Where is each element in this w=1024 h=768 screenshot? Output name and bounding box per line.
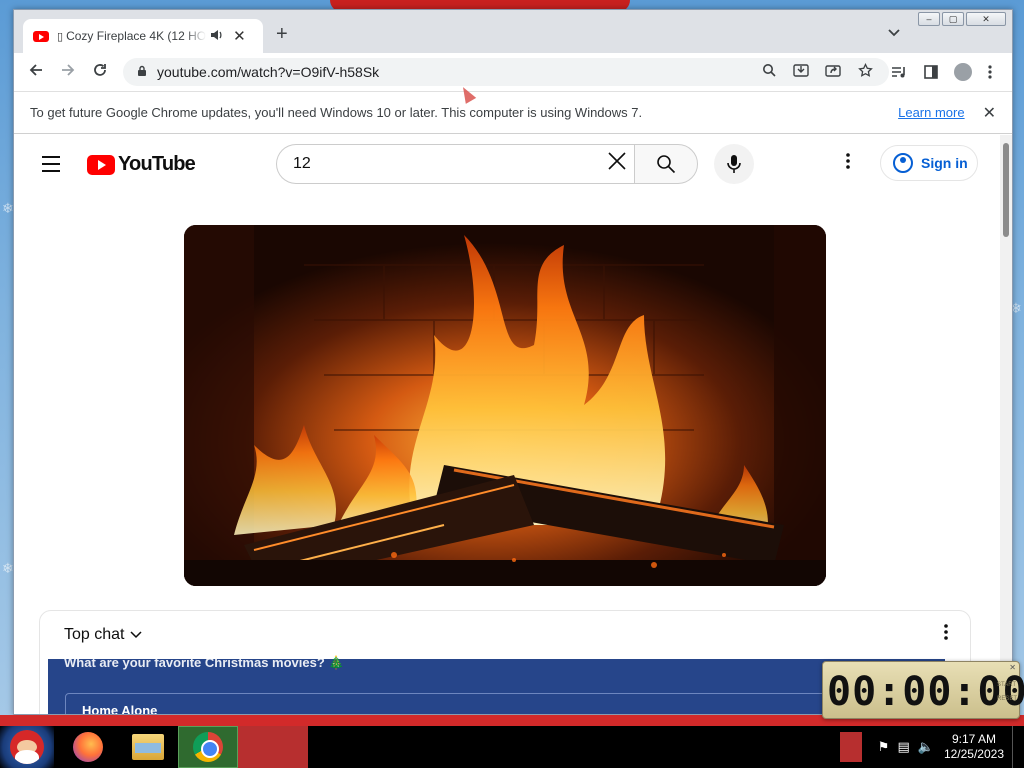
learn-more-link[interactable]: Learn more <box>898 105 964 120</box>
close-window-button[interactable]: ✕ <box>966 12 1006 26</box>
window-controls: – ▢ ✕ <box>918 12 1006 26</box>
tab-youtube[interactable]: ▯ Cozy Fireplace 4K (12 HOURS) Crackling… <box>23 19 263 53</box>
minimize-button[interactable]: – <box>918 12 940 26</box>
timer-display: 00:00:00 <box>827 669 1024 715</box>
back-button[interactable] <box>20 62 52 83</box>
show-desktop-button[interactable] <box>1012 726 1024 768</box>
fireplace-video-frame <box>184 225 826 586</box>
maximize-button[interactable]: ▢ <box>942 12 964 26</box>
install-app-icon[interactable] <box>789 63 813 81</box>
action-center-flag-icon[interactable]: ⚑ <box>878 739 890 755</box>
video-player[interactable] <box>184 225 826 586</box>
network-icon[interactable]: ▤ <box>897 739 909 755</box>
bookmark-star-icon[interactable] <box>853 62 877 81</box>
taskbar-app-button[interactable] <box>238 726 308 768</box>
media-queue-icon[interactable] <box>885 59 913 85</box>
taskbar: ⚑ ▤ 🔈 9:17 AM 12/25/2023 <box>0 726 1024 768</box>
tab-close-icon[interactable]: ✕ <box>233 27 246 45</box>
infobar-close-icon[interactable]: ✕ <box>983 103 996 123</box>
tray-app-icon[interactable] <box>839 732 862 762</box>
chrome-icon <box>193 732 223 762</box>
url-text[interactable]: youtube.com/watch?v=O9ifV-h58Sk <box>157 64 757 80</box>
scrollbar-thumb[interactable] <box>1003 143 1009 237</box>
forward-button[interactable] <box>52 62 84 83</box>
chrome-menu-icon[interactable] <box>976 59 1004 85</box>
search-input[interactable] <box>293 155 607 173</box>
lock-icon[interactable] <box>137 65 147 80</box>
chevron-down-icon[interactable] <box>130 628 143 642</box>
clear-search-icon[interactable] <box>607 150 627 178</box>
taskbar-firefox[interactable] <box>58 726 118 768</box>
share-icon[interactable] <box>821 63 845 81</box>
search-box[interactable] <box>276 144 635 184</box>
timer-reset-button[interactable]: RESET <box>997 692 1017 706</box>
browser-toolbar: youtube.com/watch?v=O9ifV-h58Sk <box>14 53 1012 91</box>
zoom-search-icon[interactable] <box>757 63 781 81</box>
profile-avatar-icon[interactable] <box>954 63 972 81</box>
youtube-header: YouTube Sign in <box>14 135 1002 191</box>
sign-in-label: Sign in <box>921 155 968 171</box>
timer-controls: START RESET <box>997 678 1017 706</box>
address-bar[interactable]: youtube.com/watch?v=O9ifV-h58Sk <box>123 58 889 86</box>
hamburger-menu-icon[interactable] <box>42 156 60 177</box>
account-icon <box>893 153 913 173</box>
firefox-icon <box>73 732 103 762</box>
chat-poll-banner: What are your favorite Christmas movies?… <box>48 655 945 714</box>
youtube-page: YouTube Sign in <box>14 135 1002 714</box>
snowflake-icon: ❄ <box>2 200 14 216</box>
chat-mode-selector[interactable]: Top chat <box>64 626 124 644</box>
file-explorer-icon <box>132 734 164 760</box>
youtube-logo-text: YouTube <box>118 153 196 175</box>
taskbar-chrome[interactable] <box>178 726 238 768</box>
clock-date: 12/25/2023 <box>943 747 1004 761</box>
santa-start-icon <box>10 730 44 764</box>
poll-question: What are your favorite Christmas movies?… <box>64 655 345 670</box>
address-bar-actions <box>757 62 877 81</box>
tab-title: Cozy Fireplace 4K (12 HOURS) Crackling F… <box>66 29 207 43</box>
timer-start-button[interactable]: START <box>997 678 1017 692</box>
chat-header: Top chat <box>40 611 970 659</box>
clock-time: 9:17 AM <box>951 732 996 746</box>
new-tab-button[interactable]: + <box>276 24 288 44</box>
toolbar-right-actions <box>885 59 1004 85</box>
youtube-favicon-icon <box>33 30 49 42</box>
volume-icon[interactable]: 🔈 <box>918 739 934 755</box>
side-panel-icon[interactable] <box>917 59 945 85</box>
system-tray: ⚑ ▤ 🔈 9:17 AM 12/25/2023 <box>839 726 1024 768</box>
infobar-message: To get future Google Chrome updates, you… <box>30 105 643 120</box>
taskbar-file-explorer[interactable] <box>118 726 178 768</box>
voice-search-button[interactable] <box>714 144 754 184</box>
chat-more-options-icon[interactable] <box>944 624 948 644</box>
browser-window: ▯ Cozy Fireplace 4K (12 HOURS) Crackling… <box>13 9 1013 715</box>
tab-search-button[interactable] <box>888 26 900 40</box>
poll-option[interactable]: Home Alone <box>65 693 927 714</box>
tab-strip: ▯ Cozy Fireplace 4K (12 HOURS) Crackling… <box>14 10 1012 53</box>
search-button[interactable] <box>634 144 698 184</box>
start-button[interactable] <box>0 726 54 768</box>
search-icon <box>657 155 676 174</box>
settings-more-icon[interactable] <box>846 152 850 174</box>
sign-in-button[interactable]: Sign in <box>880 145 978 181</box>
page-scrollbar[interactable] <box>1000 135 1012 714</box>
snowflake-icon: ❄ <box>2 560 14 576</box>
youtube-play-logo-icon <box>87 154 115 175</box>
microphone-icon <box>727 155 741 173</box>
youtube-logo[interactable]: YouTube <box>87 153 196 176</box>
clock[interactable]: 9:17 AM 12/25/2023 <box>944 732 1004 762</box>
timer-gadget[interactable]: ✕ 00:00:00 START RESET <box>822 661 1024 719</box>
speaker-icon[interactable] <box>210 29 223 44</box>
reload-button[interactable] <box>84 62 116 83</box>
update-infobar: To get future Google Chrome updates, you… <box>14 91 1012 134</box>
tab-title-glyph: ▯ <box>57 30 64 43</box>
